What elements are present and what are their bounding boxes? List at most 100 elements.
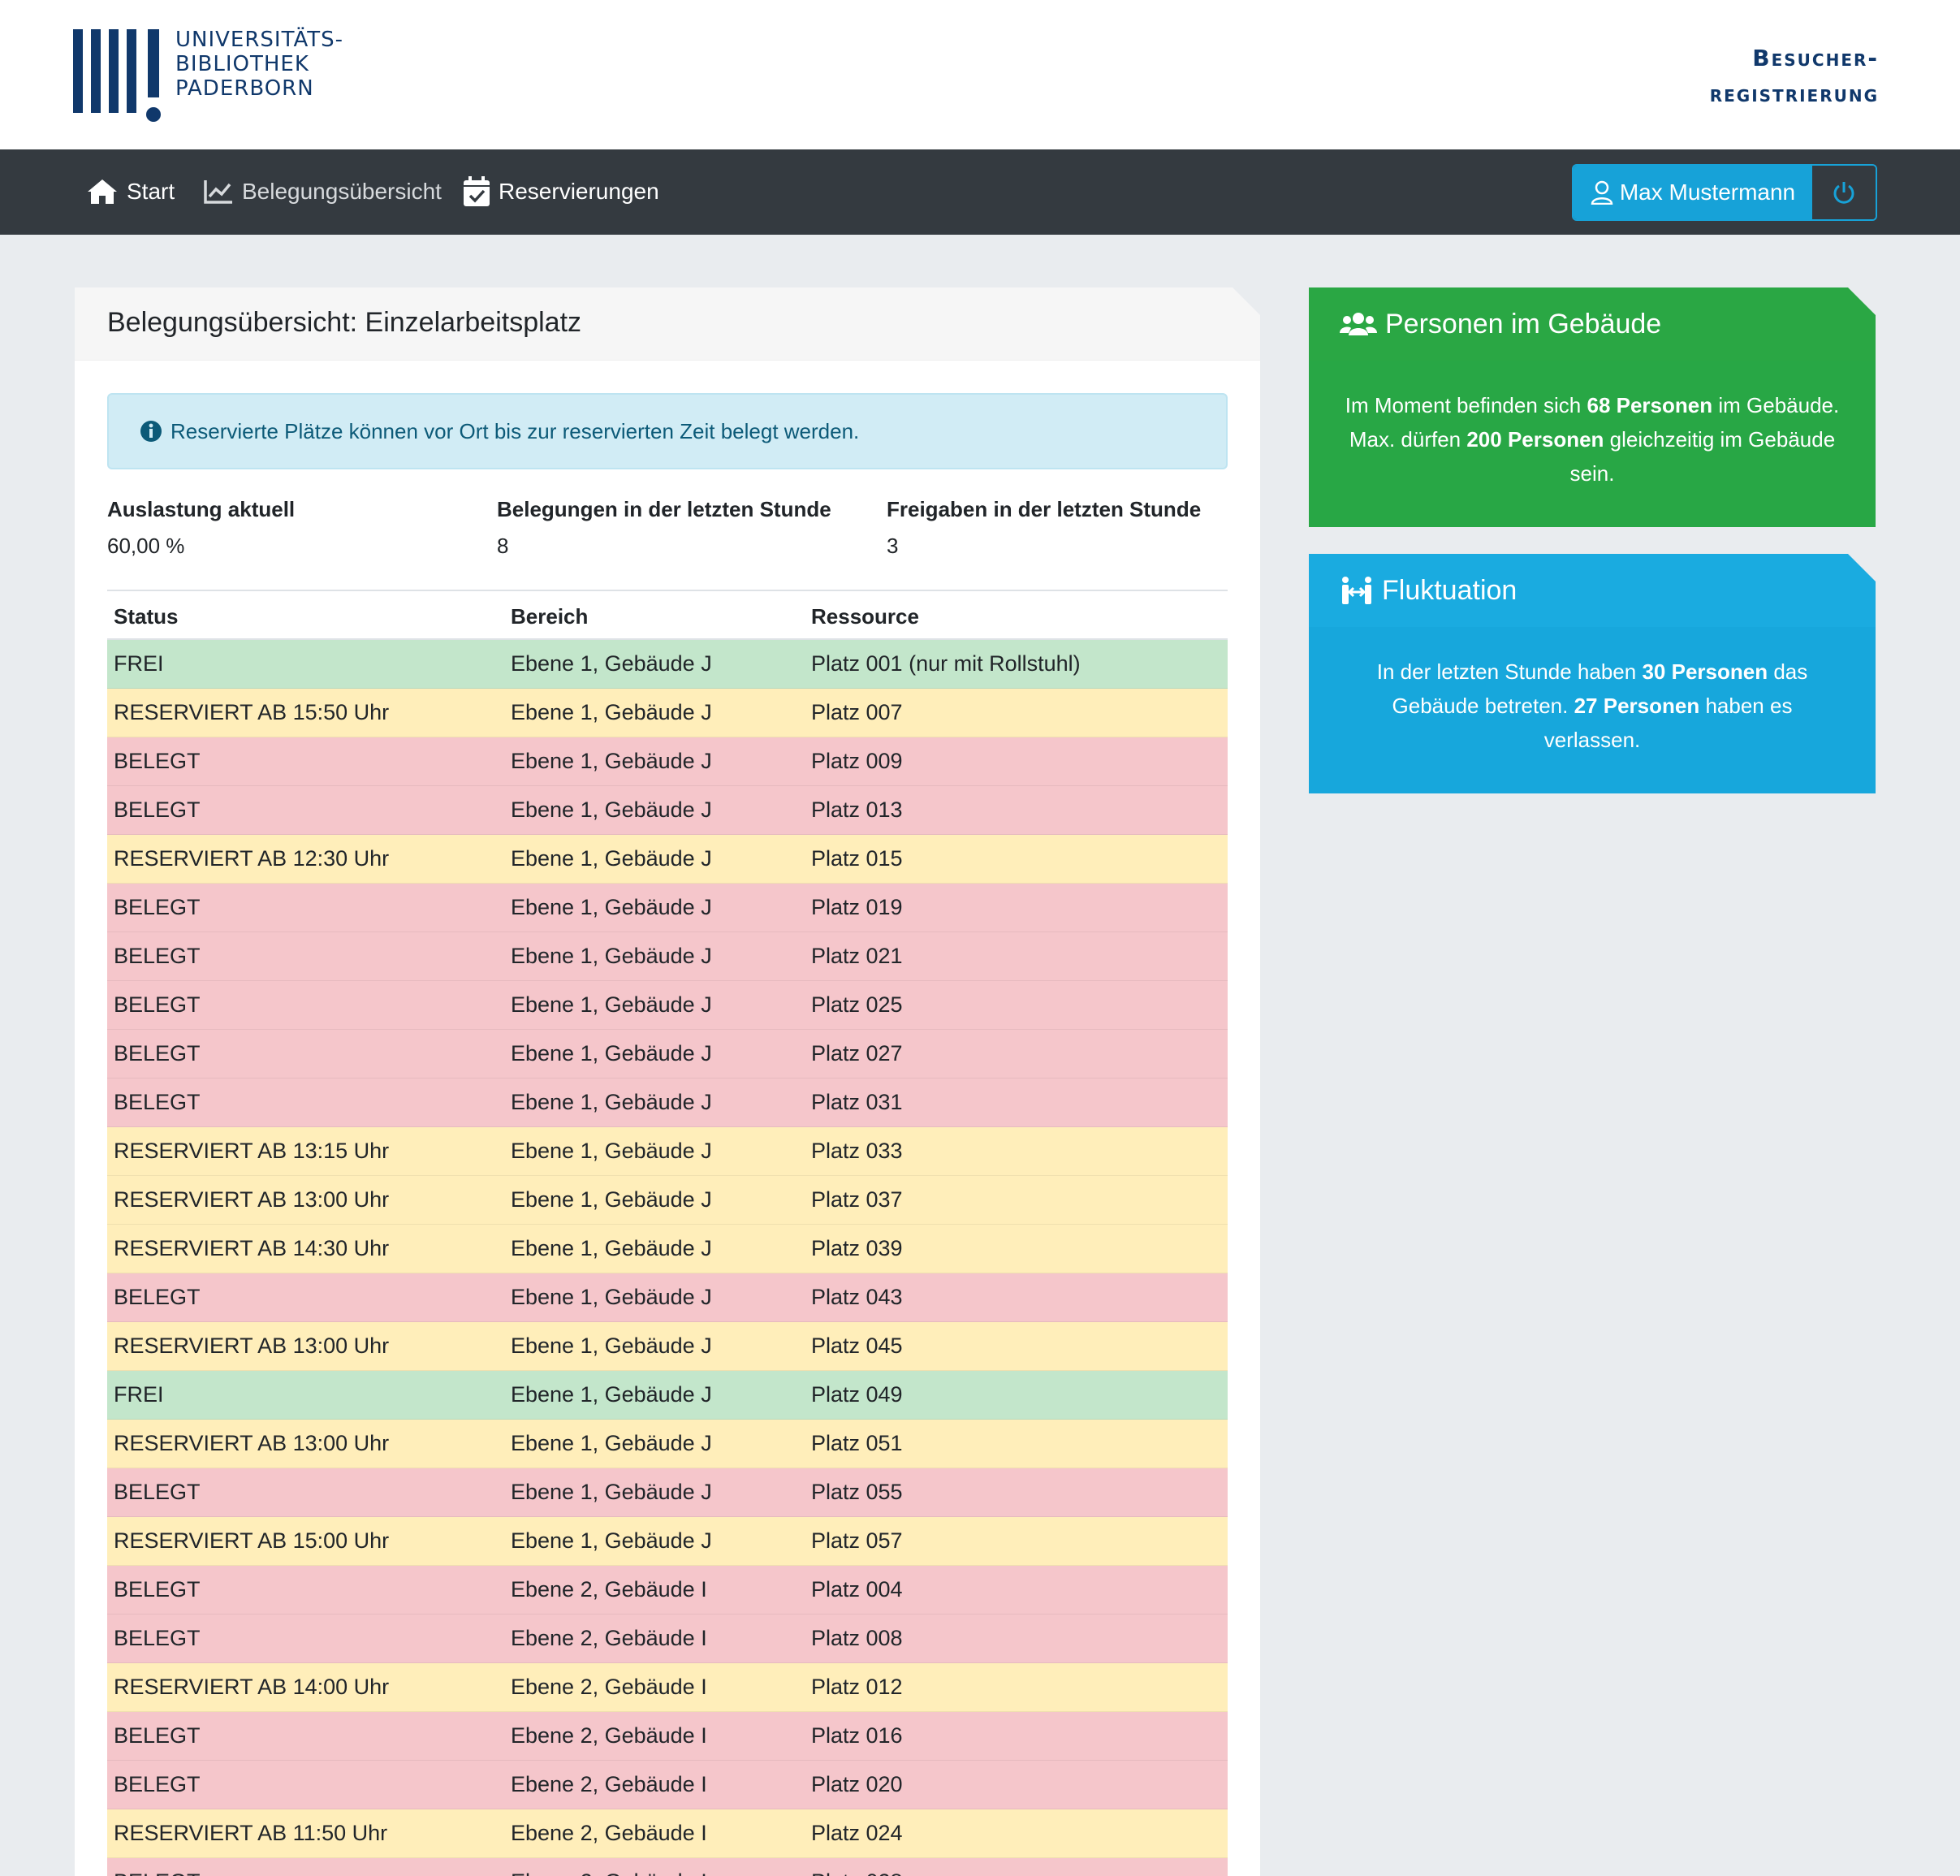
resource-cell: Platz 021 [811,944,903,968]
library-logo[interactable]: UNIVERSITÄTS- BIBLIOTHEK PADERBORN [73,28,349,125]
table-row: BELEGT Ebene 1, Gebäude J Platz 013 [107,786,1228,835]
table-row: RESERVIERT AB 15:50 Uhr Ebene 1, Gebäude … [107,689,1228,737]
resource-cell: Platz 037 [811,1187,903,1212]
resource-cell: Platz 020 [811,1772,903,1796]
table-row: RESERVIERT AB 15:00 Uhr Ebene 1, Gebäude … [107,1517,1228,1566]
info-alert: Reservierte Plätze können vor Ort bis zu… [107,393,1228,469]
resource-cell: Platz 043 [811,1285,903,1309]
power-icon [1833,182,1854,204]
status-cell: BELEGT [114,1870,201,1876]
status-cell: BELEGT [114,1090,201,1114]
column-header-status[interactable]: Status [114,604,178,629]
status-cell: RESERVIERT AB 13:00 Uhr [114,1431,390,1455]
fluctuation-panel: Fluktuation In der letzten Stunde haben … [1309,554,1876,793]
status-cell: FREI [114,651,164,676]
area-cell: Ebene 1, Gebäude J [511,798,712,822]
logout-button[interactable] [1812,166,1876,219]
user-menu: Max Mustermann [1572,164,1877,221]
resource-cell: Platz 045 [811,1334,903,1358]
status-cell: BELEGT [114,1772,201,1796]
nav-occupancy-label: Belegungsübersicht [242,179,442,204]
area-cell: Ebene 2, Gebäude I [511,1577,707,1602]
status-cell: RESERVIERT AB 14:30 Uhr [114,1236,390,1260]
table-row: BELEGT Ebene 1, Gebäude J Platz 031 [107,1078,1228,1127]
resource-cell: Platz 007 [811,700,903,724]
column-header-area[interactable]: Bereich [511,604,588,629]
nav-start-label: Start [127,179,175,204]
table-row: RESERVIERT AB 12:30 Uhr Ebene 1, Gebäude … [107,835,1228,884]
area-cell: Ebene 2, Gebäude I [511,1772,707,1796]
alert-text: Reservierte Plätze können vor Ort bis zu… [171,418,860,443]
nav-occupancy[interactable]: Belegungsübersicht [203,174,442,210]
logo-line: UNIVERSITÄTS- [175,28,343,52]
page-title: Belegungsübersicht: Einzelarbeitsplatz [107,307,582,338]
resource-cell: Platz 015 [811,846,903,871]
left-count: 27 Personen [1574,694,1700,718]
table-row: RESERVIERT AB 13:00 Uhr Ebene 1, Gebäude … [107,1176,1228,1225]
resource-cell: Platz 039 [811,1236,903,1260]
status-cell: BELEGT [114,895,201,919]
area-cell: Ebene 1, Gebäude J [511,1236,712,1260]
table-row: BELEGT Ebene 1, Gebäude J Platz 043 [107,1273,1228,1322]
stat-releases: Freigaben in der letzten Stunde 3 [887,497,1260,559]
stat-value: 8 [497,534,509,558]
stat-value: 60,00 % [107,534,185,558]
occupancy-table: Status Bereich Ressource FREI Ebene 1, Ge… [107,590,1228,1876]
logo-line: PADERBORN [175,76,314,101]
status-cell: RESERVIERT AB 15:50 Uhr [114,700,390,724]
nav-start[interactable]: Start [86,174,175,210]
calendar-check-icon [464,176,490,206]
area-cell: Ebene 2, Gebäude I [511,1626,707,1650]
area-cell: Ebene 1, Gebäude J [511,1285,712,1309]
table-row: RESERVIERT AB 14:00 Uhr Ebene 2, Gebäude … [107,1663,1228,1712]
status-cell: RESERVIERT AB 13:15 Uhr [114,1139,390,1163]
nav-reservations-label: Reservierungen [499,179,659,204]
table-row: BELEGT Ebene 1, Gebäude J Platz 027 [107,1030,1228,1078]
text-part: Im Moment befinden sich [1345,393,1587,417]
table-row: FREI Ebene 1, Gebäude J Platz 049 [107,1371,1228,1420]
area-cell: Ebene 1, Gebäude J [511,1480,712,1504]
table-row: BELEGT Ebene 1, Gebäude J Platz 055 [107,1468,1228,1517]
column-header-resource[interactable]: Ressource [811,604,919,629]
area-cell: Ebene 1, Gebäude J [511,1334,712,1358]
logo-line: BIBLIOTHEK [175,52,309,76]
persons-panel-text: Im Moment befinden sich 68 Personen im G… [1341,388,1843,491]
table-body: FREI Ebene 1, Gebäude J Platz 001 (nur mit… [107,640,1228,1876]
status-cell: BELEGT [114,798,201,822]
user-profile-button[interactable]: Max Mustermann [1574,166,1812,219]
resource-cell: Platz 055 [811,1480,903,1504]
stat-label: Auslastung aktuell [107,497,296,521]
fluctuation-panel-header: Fluktuation [1309,554,1876,627]
resource-cell: Platz 049 [811,1382,903,1407]
area-cell: Ebene 2, Gebäude I [511,1723,707,1748]
logo-text: UNIVERSITÄTS- BIBLIOTHEK PADERBORN [175,28,370,101]
table-row: BELEGT Ebene 1, Gebäude J Platz 019 [107,884,1228,932]
status-cell: BELEGT [114,944,201,968]
status-cell: BELEGT [114,749,201,773]
nav-reservations[interactable]: Reservierungen [463,174,659,210]
fluctuation-panel-title: Fluktuation [1382,574,1517,606]
card-corner [1233,287,1260,315]
text-part: gleichzeitig im Gebäude sein. [1569,427,1836,486]
table-row: RESERVIERT AB 11:50 Uhr Ebene 2, Gebäude … [107,1809,1228,1858]
status-cell: BELEGT [114,992,201,1017]
area-cell: Ebene 1, Gebäude J [511,1187,712,1212]
status-cell: BELEGT [114,1626,201,1650]
area-cell: Ebene 1, Gebäude J [511,1090,712,1114]
area-cell: Ebene 1, Gebäude J [511,846,712,871]
table-header: Status Bereich Ressource [107,591,1228,640]
panel-corner [1848,554,1876,581]
resource-cell: Platz 025 [811,992,903,1017]
resource-cell: Platz 057 [811,1528,903,1553]
persons-panel-title: Personen im Gebäude [1385,308,1662,339]
area-cell: Ebene 1, Gebäude J [511,651,712,676]
max-person-count: 200 Personen [1466,427,1604,452]
table-row: RESERVIERT AB 13:00 Uhr Ebene 1, Gebäude … [107,1420,1228,1468]
site-title: Besucher- registrierung [1668,41,1879,112]
logo-mark [73,29,162,125]
resource-cell: Platz 027 [811,1041,903,1066]
status-cell: RESERVIERT AB 13:00 Uhr [114,1187,390,1212]
area-cell: Ebene 2, Gebäude I [511,1675,707,1699]
area-cell: Ebene 1, Gebäude J [511,1139,712,1163]
resource-cell: Platz 051 [811,1431,903,1455]
